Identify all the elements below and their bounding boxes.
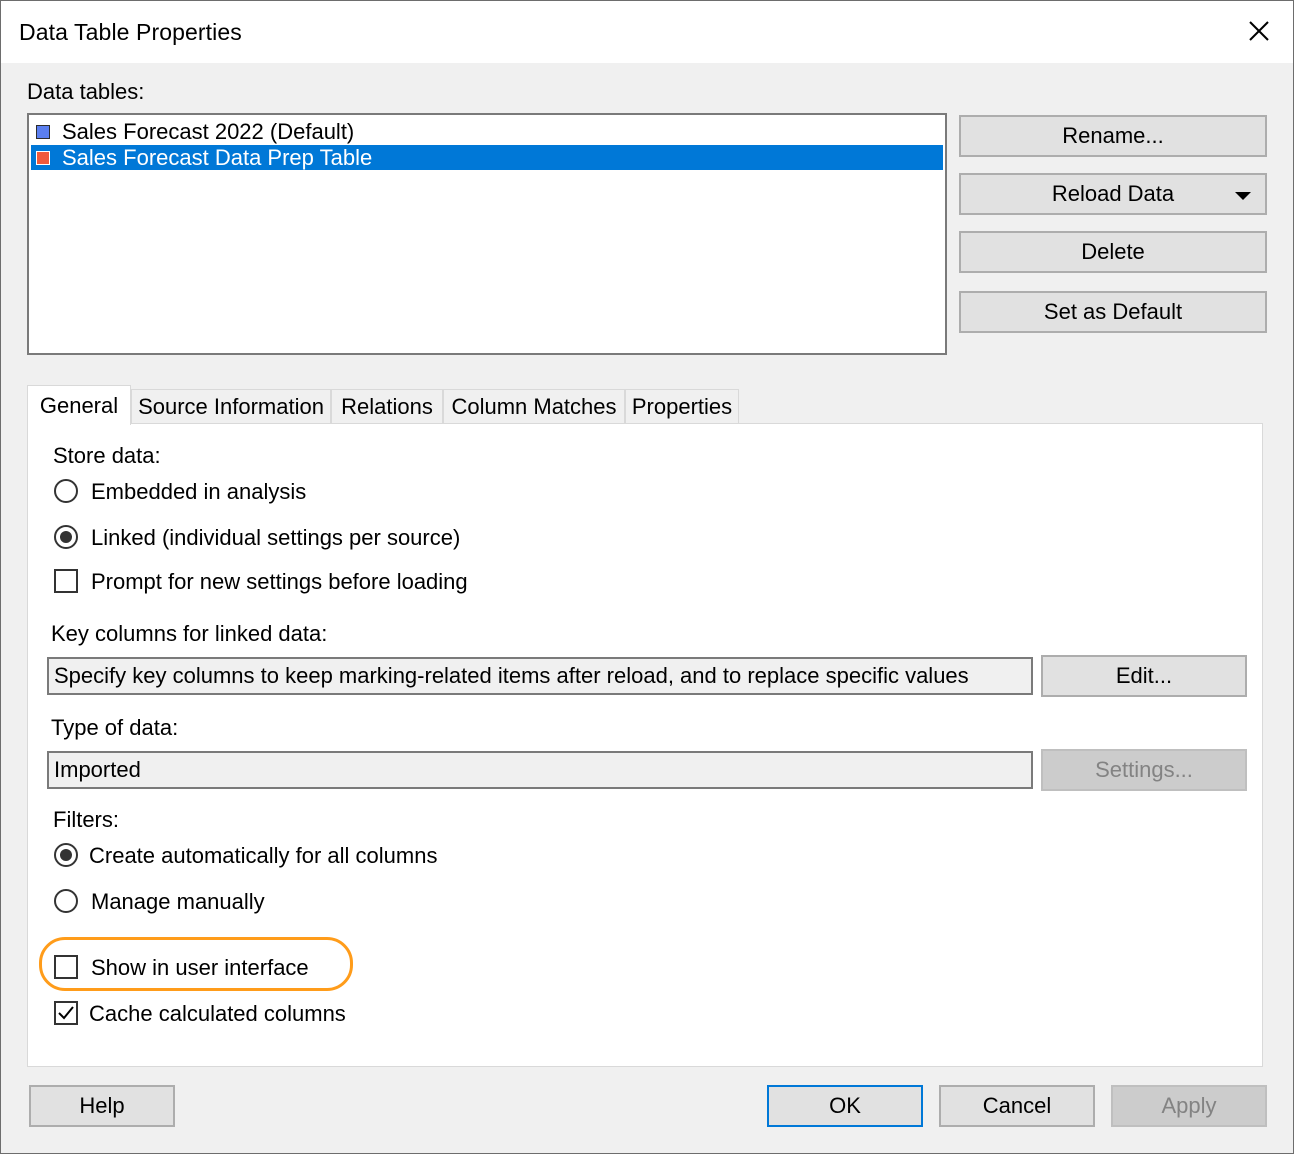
list-item-sales-forecast-2022[interactable]: Sales Forecast 2022 (Default) xyxy=(31,119,943,144)
checkmark-icon xyxy=(58,1006,74,1020)
linked-label[interactable]: Linked (individual settings per source) xyxy=(91,525,460,551)
embedded-label[interactable]: Embedded in analysis xyxy=(91,479,306,505)
type-of-data-field: Imported xyxy=(47,751,1033,789)
cache-calculated-label[interactable]: Cache calculated columns xyxy=(89,1001,346,1027)
store-data-label: Store data: xyxy=(53,443,161,468)
apply-button[interactable]: Apply xyxy=(1111,1085,1267,1127)
help-button[interactable]: Help xyxy=(29,1085,175,1127)
data-table-properties-dialog: Data Table Properties Data tables: Sales… xyxy=(0,0,1294,1154)
delete-button[interactable]: Delete xyxy=(959,231,1267,273)
filters-manual-radio[interactable] xyxy=(54,889,78,913)
close-button[interactable] xyxy=(1239,11,1279,51)
rename-button[interactable]: Rename... xyxy=(959,115,1267,157)
filters-label: Filters: xyxy=(53,807,119,832)
show-in-ui-label[interactable]: Show in user interface xyxy=(91,955,309,981)
linked-radio[interactable] xyxy=(54,525,78,549)
reload-data-button[interactable]: Reload Data xyxy=(959,173,1267,215)
reload-data-label: Reload Data xyxy=(1051,181,1175,206)
list-item-sales-forecast-data-prep[interactable]: Sales Forecast Data Prep Table xyxy=(31,145,943,170)
prompt-label[interactable]: Prompt for new settings before loading xyxy=(91,569,468,595)
cancel-button[interactable]: Cancel xyxy=(939,1085,1095,1127)
set-as-default-button[interactable]: Set as Default xyxy=(959,291,1267,333)
dropdown-arrow-icon[interactable] xyxy=(1235,192,1251,200)
title-bar: Data Table Properties xyxy=(1,1,1293,63)
dialog-title: Data Table Properties xyxy=(19,19,242,45)
tab-relations[interactable]: Relations xyxy=(331,389,443,423)
tab-properties[interactable]: Properties xyxy=(625,389,739,423)
data-tables-label: Data tables: xyxy=(27,79,145,104)
filters-manual-label[interactable]: Manage manually xyxy=(91,889,265,915)
tab-column-matches[interactable]: Column Matches xyxy=(443,389,625,423)
key-columns-field: Specify key columns to keep marking-rela… xyxy=(47,657,1033,695)
table-color-icon xyxy=(36,124,50,139)
filters-auto-label[interactable]: Create automatically for all columns xyxy=(89,843,437,869)
table-color-icon xyxy=(36,150,50,165)
list-item-label: Sales Forecast 2022 (Default) xyxy=(62,118,355,144)
settings-button[interactable]: Settings... xyxy=(1041,749,1247,791)
cache-calculated-checkbox[interactable] xyxy=(54,1001,78,1025)
filters-auto-radio[interactable] xyxy=(54,843,78,867)
close-icon xyxy=(1249,21,1269,41)
list-item-label: Sales Forecast Data Prep Table xyxy=(62,144,373,170)
ok-button[interactable]: OK xyxy=(767,1085,923,1127)
embedded-radio[interactable] xyxy=(54,479,78,503)
edit-button[interactable]: Edit... xyxy=(1041,655,1247,697)
data-tables-listbox[interactable]: Sales Forecast 2022 (Default) Sales Fore… xyxy=(27,113,947,355)
type-of-data-label: Type of data: xyxy=(51,715,179,740)
tab-source-information[interactable]: Source Information xyxy=(131,389,331,423)
key-columns-label: Key columns for linked data: xyxy=(51,621,328,646)
prompt-checkbox[interactable] xyxy=(54,569,78,593)
tab-general[interactable]: General xyxy=(27,385,131,425)
show-in-ui-checkbox[interactable] xyxy=(54,955,78,979)
